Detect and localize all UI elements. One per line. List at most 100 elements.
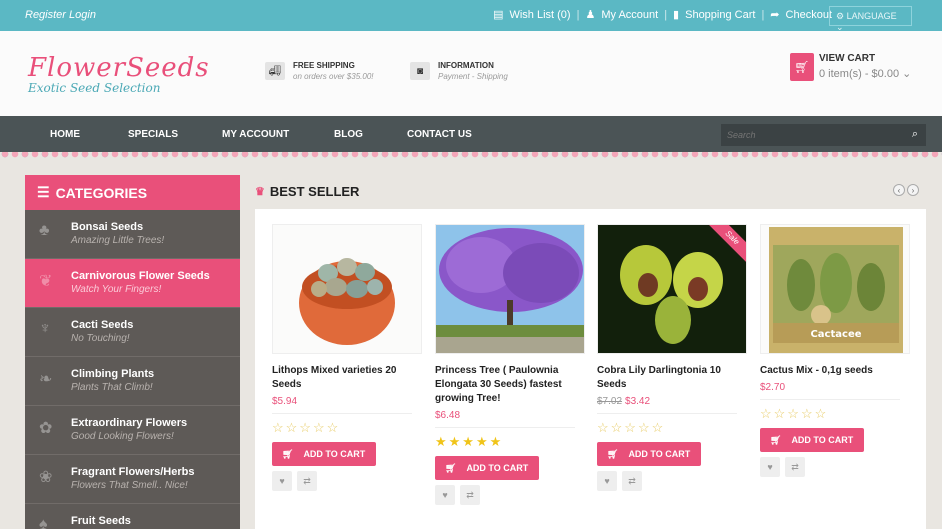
gear-icon: ⚙ xyxy=(836,11,845,21)
compare-icon[interactable]: ⇄ xyxy=(622,471,642,491)
add-to-cart-button[interactable]: 🛒︎ ADD TO CART xyxy=(435,456,539,480)
register-login-link[interactable]: Register Login xyxy=(25,9,96,21)
cactus-icon: ♆ xyxy=(39,320,51,337)
search-box: ⌕ xyxy=(721,124,926,146)
product-image[interactable]: Sale xyxy=(597,224,747,354)
product-price-value: $2.70 xyxy=(760,382,786,393)
product-name[interactable]: Cobra Lily Darlingtonia 10 Seeds xyxy=(597,364,747,392)
category-extraordinary-flowers[interactable]: ✿ Extraordinary Flowers Good Looking Flo… xyxy=(25,406,240,455)
product-actions: ♥ ⇄ xyxy=(760,457,910,477)
wishlist-icon: ▤ xyxy=(493,9,504,21)
heart-icon[interactable]: ♥ xyxy=(760,457,780,477)
category-cacti-seeds[interactable]: ♆ Cacti Seeds No Touching! xyxy=(25,308,240,357)
product-name[interactable]: Lithops Mixed varieties 20 Seeds xyxy=(272,364,422,392)
heart-icon[interactable]: ♥ xyxy=(435,485,455,505)
cart-summary-text: 0 item(s) - $0.00 xyxy=(819,68,900,80)
product-image[interactable] xyxy=(272,224,422,354)
add-to-cart-button[interactable]: 🛒︎ ADD TO CART xyxy=(760,428,864,452)
rating-stars: ☆☆☆☆☆ xyxy=(597,420,666,435)
nav-specials[interactable]: SPECIALS xyxy=(128,129,178,140)
divider xyxy=(760,399,900,400)
product-card: Cactacee Cactus Mix - 0,1g seeds $2.70 ☆… xyxy=(760,224,910,477)
checkout-link[interactable]: Checkout xyxy=(786,9,832,21)
shipping-subtitle: on orders over $35.00! xyxy=(293,72,374,81)
divider xyxy=(272,413,412,414)
list-icon: ☰ xyxy=(37,184,50,200)
category-tagline: No Touching! xyxy=(71,333,130,344)
shopping-cart-link[interactable]: Shopping Cart xyxy=(685,9,755,21)
product-old-price: $7.02 xyxy=(597,396,623,407)
view-cart-widget[interactable]: 🛒︎ VIEW CART 0 item(s) - $0.00 ⌄ xyxy=(782,51,942,91)
rating-stars: ★★★★★ xyxy=(435,434,504,449)
search-icon[interactable]: ⌕ xyxy=(912,128,918,141)
main-nav: HOME SPECIALS MY ACCOUNT BLOG CONTACT US… xyxy=(0,116,942,152)
category-name: Fragrant Flowers/Herbs xyxy=(71,466,195,478)
seed-packet-label: Cactacee xyxy=(810,329,861,340)
cart-icon: 🛒︎ xyxy=(770,434,782,445)
top-links: ▤ Wish List (0) | ♟ My Account | ▮ Shopp… xyxy=(493,8,832,22)
category-bonsai-seeds[interactable]: ♣ Bonsai Seeds Amazing Little Trees! xyxy=(25,210,240,259)
category-carnivorous-flower-seeds[interactable]: ❦ Carnivorous Flower Seeds Watch Your Fi… xyxy=(25,259,240,308)
my-account-link[interactable]: My Account xyxy=(601,9,658,21)
product-image[interactable] xyxy=(435,224,585,354)
heart-icon[interactable]: ♥ xyxy=(597,471,617,491)
shipping-title: FREE SHIPPING xyxy=(293,61,355,70)
nav-contact-us[interactable]: CONTACT US xyxy=(407,129,472,140)
nav-my-account[interactable]: MY ACCOUNT xyxy=(222,129,289,140)
add-to-cart-label: ADD TO CART xyxy=(791,435,854,445)
add-to-cart-button[interactable]: 🛒︎ ADD TO CART xyxy=(597,442,701,466)
category-climbing-plants[interactable]: ❧ Climbing Plants Plants That Climb! xyxy=(25,357,240,406)
compare-icon[interactable]: ⇄ xyxy=(460,485,480,505)
category-name: Fruit Seeds xyxy=(71,515,131,527)
nav-blog[interactable]: BLOG xyxy=(334,129,363,140)
language-dropdown[interactable]: ⚙ LANGUAGE ⌄ xyxy=(829,6,912,32)
info-subtitle: Payment - Shipping xyxy=(438,72,508,81)
category-name: Carnivorous Flower Seeds xyxy=(71,270,210,282)
section-title: BEST SELLER xyxy=(269,184,360,199)
payment-info: ◙ INFORMATION Payment - Shipping xyxy=(410,61,508,81)
rating-stars: ☆☆☆☆☆ xyxy=(272,420,341,435)
search-input[interactable] xyxy=(721,124,901,146)
divider: | xyxy=(664,8,668,21)
product-actions: ♥ ⇄ xyxy=(597,471,747,491)
product-name[interactable]: Princess Tree ( Paulownia Elongata 30 Se… xyxy=(435,364,585,406)
category-fragrant-flowers-herbs[interactable]: ❀ Fragrant Flowers/Herbs Flowers That Sm… xyxy=(25,455,240,504)
wishlist-link[interactable]: Wish List (0) xyxy=(509,9,570,21)
product-price: $6.48 xyxy=(435,410,585,421)
fruit-icon: ♠ xyxy=(39,516,48,529)
add-to-cart-button[interactable]: 🛒︎ ADD TO CART xyxy=(272,442,376,466)
product-card: Sale Cobra Lily Darlingtonia 10 Seeds $7… xyxy=(597,224,747,491)
product-price-value: $6.48 xyxy=(435,410,461,421)
product-price: $7.02 $3.42 xyxy=(597,396,747,407)
divider: | xyxy=(576,8,580,21)
product-price-value: $3.42 xyxy=(625,396,651,407)
gift-icon: ♛ xyxy=(255,186,265,198)
divider xyxy=(597,413,737,414)
product-actions: ♥ ⇄ xyxy=(435,485,585,505)
climbing-plant-icon: ❧ xyxy=(39,371,53,388)
herb-icon: ❀ xyxy=(39,469,53,486)
divider: | xyxy=(761,8,765,21)
product-price: $2.70 xyxy=(760,382,910,393)
money-icon: ◙ xyxy=(410,62,430,80)
next-arrow-button[interactable]: › xyxy=(907,184,919,196)
cart-icon: 🛒︎ xyxy=(282,448,294,459)
prev-arrow-button[interactable]: ‹ xyxy=(893,184,905,196)
product-image[interactable]: Cactacee xyxy=(760,224,910,354)
product-card: Lithops Mixed varieties 20 Seeds $5.94 ☆… xyxy=(272,224,422,491)
categories-title: CATEGORIES xyxy=(55,184,148,201)
category-fruit-seeds[interactable]: ♠ Fruit Seeds xyxy=(25,504,240,529)
category-tagline: Amazing Little Trees! xyxy=(71,235,165,246)
logo[interactable]: FlowerSeeds Exotic Seed Selection xyxy=(28,53,210,95)
add-to-cart-label: ADD TO CART xyxy=(628,449,691,459)
divider xyxy=(435,427,575,428)
heart-icon[interactable]: ♥ xyxy=(272,471,292,491)
product-actions: ♥ ⇄ xyxy=(272,471,422,491)
compare-icon[interactable]: ⇄ xyxy=(297,471,317,491)
nav-home[interactable]: HOME xyxy=(50,129,80,140)
logo-main: FlowerSeeds xyxy=(28,53,210,83)
product-name[interactable]: Cactus Mix - 0,1g seeds xyxy=(760,364,910,378)
compare-icon[interactable]: ⇄ xyxy=(785,457,805,477)
decorative-scallop xyxy=(0,152,942,160)
category-tagline: Plants That Climb! xyxy=(71,382,153,393)
